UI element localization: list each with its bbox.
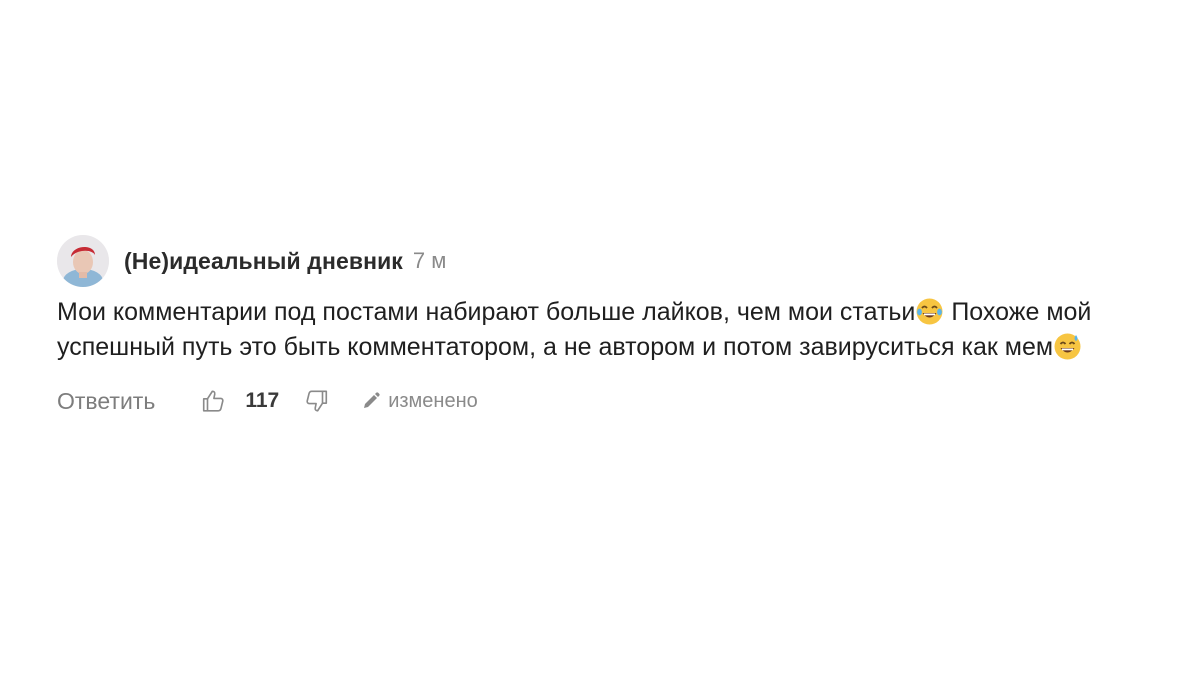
comment-header: (Не)идеальный дневник 7 м xyxy=(57,233,1157,289)
edited-label: изменено xyxy=(388,389,478,412)
pencil-icon xyxy=(361,391,381,411)
avatar-image xyxy=(57,235,109,287)
thumbs-down-icon xyxy=(306,390,328,412)
comment-text-part-1: Мои комментарии под постами набирают бол… xyxy=(57,298,916,326)
avatar[interactable] xyxy=(57,235,109,287)
comment-text: Мои комментарии под постами набирают бол… xyxy=(57,295,1157,365)
edited-indicator: изменено xyxy=(361,390,478,413)
comment-time: 7 м xyxy=(412,248,447,273)
face-with-tears-of-joy-icon xyxy=(915,297,944,326)
like-count: 117 xyxy=(245,389,280,412)
comment: (Не)идеальный дневник 7 м Мои комментари… xyxy=(57,233,1157,421)
reply-button[interactable]: Ответить xyxy=(57,388,155,415)
thumbs-up-icon xyxy=(203,390,224,412)
comment-actions: Ответить 117 изменено xyxy=(57,381,1157,421)
grinning-face-with-sweat-icon xyxy=(1053,332,1082,361)
like-button[interactable] xyxy=(199,386,229,416)
author-name[interactable]: (Не)идеальный дневник xyxy=(124,248,403,275)
dislike-button[interactable] xyxy=(301,386,331,416)
